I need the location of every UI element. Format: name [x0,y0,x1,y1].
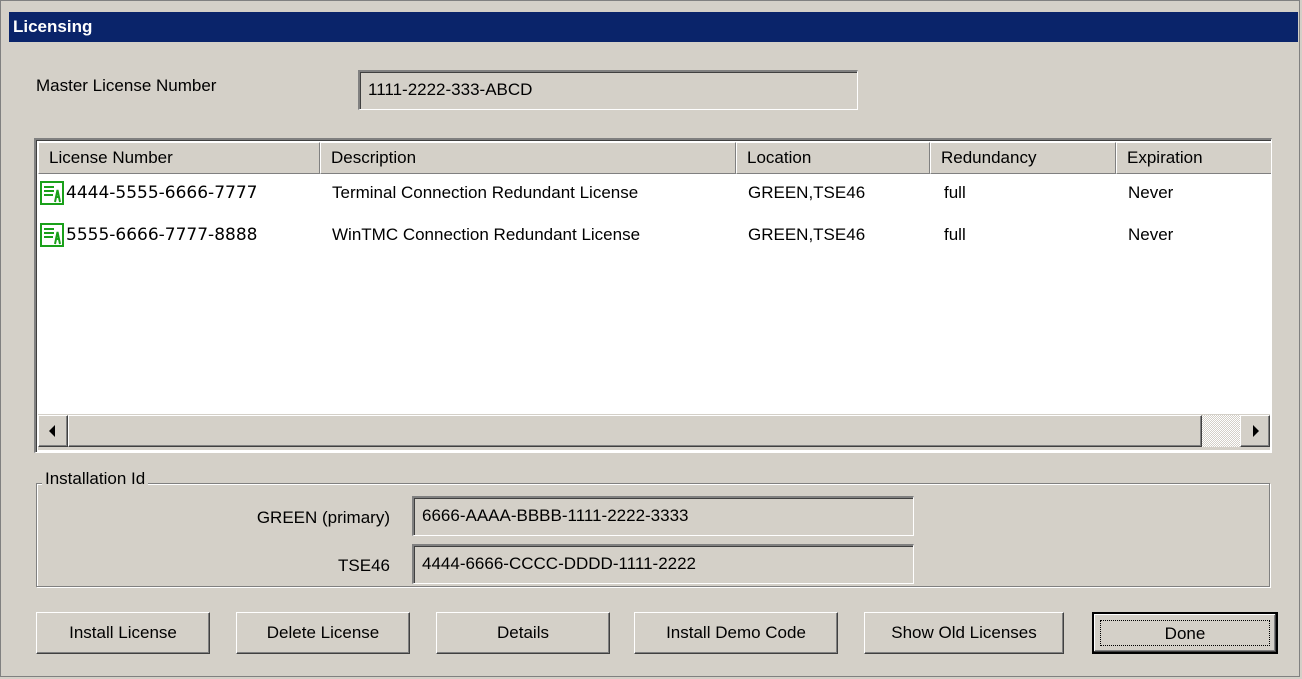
scroll-right-button[interactable] [1240,415,1270,447]
scroll-left-button[interactable] [38,415,68,447]
scroll-track[interactable] [1202,415,1240,447]
license-list[interactable]: License Number Description Location Redu… [34,138,1272,453]
description-cell: WinTMC Connection Redundant License [332,225,641,244]
delete-license-button[interactable]: Delete License [236,612,410,654]
expiration-cell: Never [1128,183,1174,202]
arrow-left-icon [49,425,55,437]
column-header-expiration[interactable]: Expiration [1116,142,1271,174]
expiration-cell: Never [1128,225,1174,244]
master-license-field[interactable]: 1111-2222-333-ABCD [358,70,858,110]
table-row[interactable]: 4444-5555-6666-7777 Terminal Connection … [40,180,1268,206]
installation-label-green: GREEN (primary) [256,508,390,527]
location-cell: GREEN,TSE46 [748,225,866,244]
column-header-redundancy[interactable]: Redundancy [930,142,1116,174]
installation-label-tse46: TSE46 [338,556,390,575]
column-header-license-number[interactable]: License Number [38,142,320,174]
installation-id-field-tse46[interactable]: 4444-6666-CCCC-DDDD-1111-2222 [412,544,914,584]
redundancy-cell: full [944,183,966,202]
location-cell: GREEN,TSE46 [748,183,866,202]
license-icon [40,223,64,247]
description-cell: Terminal Connection Redundant License [332,183,639,202]
redundancy-cell: full [944,225,966,244]
details-button[interactable]: Details [436,612,610,654]
table-row[interactable]: 5555-6666-7777-8888 WinTMC Connection Re… [40,222,1268,248]
master-license-label: Master License Number [36,76,217,95]
license-number-cell: 5555-6666-7777-8888 [66,225,258,245]
license-number-cell: 4444-5555-6666-7777 [66,183,258,203]
done-button[interactable]: Done [1092,612,1278,654]
install-license-button[interactable]: Install License [36,612,210,654]
scroll-thumb[interactable] [68,415,1202,447]
window-title: Licensing [9,12,1298,42]
show-old-licenses-button[interactable]: Show Old Licenses [864,612,1064,654]
license-icon [40,181,64,205]
column-header-location[interactable]: Location [736,142,930,174]
install-demo-code-button[interactable]: Install Demo Code [634,612,838,654]
horizontal-scrollbar[interactable] [38,414,1270,450]
done-button-label: Done [1164,624,1206,643]
arrow-right-icon [1253,425,1259,437]
column-header-description[interactable]: Description [320,142,736,174]
installation-id-group-label: Installation Id [42,468,149,490]
installation-id-field-green[interactable]: 6666-AAAA-BBBB-1111-2222-3333 [412,496,914,536]
